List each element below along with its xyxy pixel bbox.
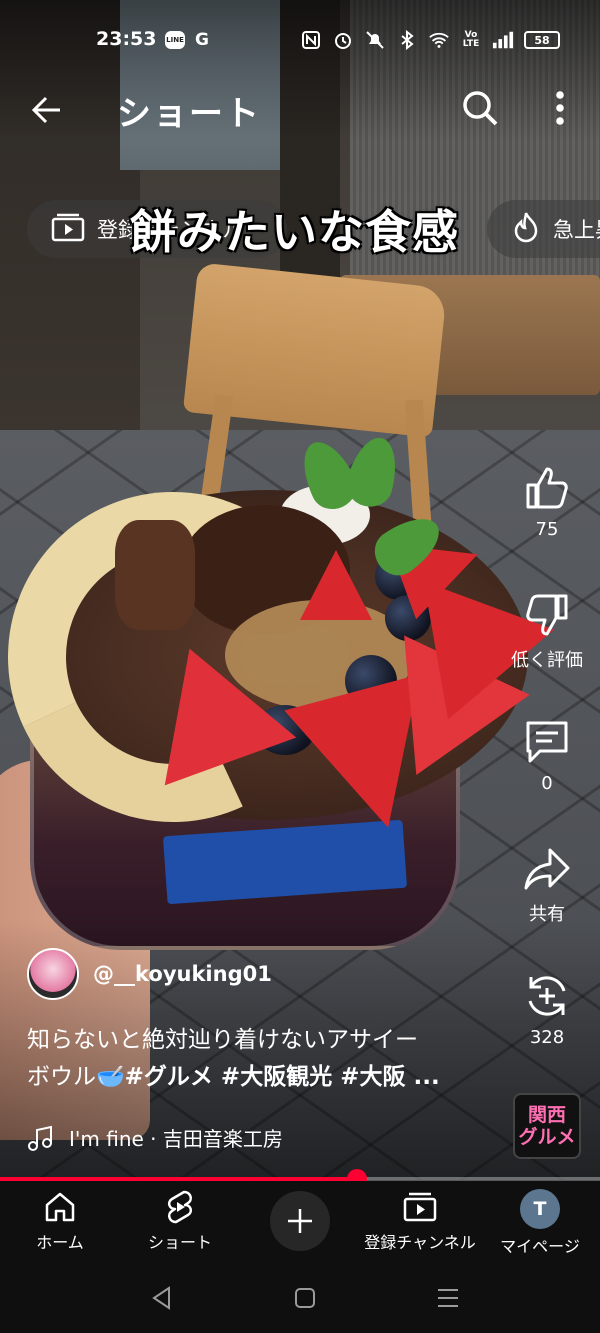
user-avatar: T — [520, 1189, 560, 1229]
nav-subscriptions-label: 登録チャンネル — [364, 1233, 476, 1252]
status-bar: 23:53 LINE G Vo LTE 58 — [0, 0, 600, 80]
share-arrow-icon — [524, 848, 570, 890]
nav-mypage[interactable]: T マイページ — [480, 1189, 600, 1257]
nfc-icon — [300, 29, 322, 51]
nav-mypage-label: マイページ — [500, 1237, 580, 1256]
like-button[interactable]: 75 — [505, 463, 589, 540]
system-menu-icon[interactable] — [433, 1283, 463, 1313]
system-navigation — [0, 1263, 600, 1333]
nav-home[interactable]: ホーム — [0, 1189, 120, 1253]
nav-subscriptions[interactable]: 登録チャンネル — [360, 1189, 480, 1253]
channel-handle[interactable]: @__koyuking01 — [93, 962, 272, 986]
more-options-icon[interactable] — [540, 86, 580, 130]
subscriptions-icon — [403, 1192, 437, 1222]
share-label: 共有 — [529, 904, 565, 925]
page-title: ショート — [117, 94, 261, 134]
dislike-label: 低く評価 — [511, 650, 583, 671]
mute-icon — [364, 29, 386, 51]
music-note-icon — [28, 1125, 52, 1151]
thumbs-up-icon — [526, 467, 568, 509]
description-text: ボウル — [27, 1064, 96, 1090]
trending-flame-icon — [511, 211, 541, 248]
remix-count: 328 — [529, 1027, 565, 1048]
thumbs-down-icon — [526, 594, 568, 636]
battery-indicator: 58 — [524, 31, 560, 49]
nav-home-label: ホーム — [36, 1233, 84, 1252]
signal-icon — [492, 29, 514, 51]
system-back-icon[interactable] — [147, 1283, 177, 1313]
badge-line-1: 関西 — [527, 1104, 566, 1126]
chip-trending[interactable]: 急上昇 — [487, 200, 600, 258]
home-icon — [45, 1192, 75, 1222]
remix-button[interactable]: 328 — [505, 971, 589, 1048]
header: ショート — [0, 80, 600, 140]
channel-avatar[interactable] — [27, 948, 79, 1000]
status-time: 23:53 — [96, 28, 157, 50]
description-line-1: 知らないと絶対辿り着けないアサイー — [27, 1027, 418, 1053]
system-home-icon[interactable] — [290, 1283, 320, 1313]
comment-icon — [526, 721, 568, 763]
bluetooth-icon — [396, 29, 418, 51]
share-button[interactable]: 共有 — [505, 844, 589, 926]
nav-shorts-label: ショート — [147, 1233, 212, 1252]
badge-line-2: グルメ — [518, 1126, 576, 1148]
wifi-icon — [428, 29, 450, 51]
line-app-icon: LINE — [165, 31, 185, 49]
remix-icon — [528, 976, 566, 1016]
create-button[interactable] — [270, 1191, 330, 1251]
bowl-emoji: 🥣 — [96, 1064, 125, 1090]
comments-button[interactable]: 0 — [505, 717, 589, 794]
like-count: 75 — [535, 519, 559, 540]
comment-count: 0 — [541, 773, 553, 794]
music-title: I'm fine · 吉田音楽工房 — [69, 1127, 283, 1151]
status-icons: Vo LTE 58 — [300, 29, 560, 51]
plus-icon — [288, 1209, 312, 1233]
description-hashtags[interactable]: #グルメ #大阪観光 #大阪 ... — [125, 1064, 440, 1090]
subscriptions-icon — [51, 212, 85, 247]
strawberry — [300, 550, 372, 620]
search-icon[interactable] — [458, 86, 502, 130]
google-app-icon: G — [195, 30, 209, 50]
channel-badge-thumbnail[interactable]: 関西 グルメ — [513, 1093, 581, 1159]
chip-trending-label: 急上昇 — [553, 218, 600, 242]
chocolate-piece — [115, 520, 195, 630]
music-info[interactable]: I'm fine · 吉田音楽工房 — [27, 1123, 283, 1152]
video-description[interactable]: 知らないと絶対辿り着けないアサイー ボウル🥣#グルメ #大阪観光 #大阪 ... — [27, 1022, 497, 1096]
dislike-button[interactable]: 低く評価 — [505, 590, 589, 672]
channel-info[interactable]: @__koyuking01 — [27, 948, 272, 1000]
back-arrow-icon[interactable] — [26, 88, 70, 132]
alarm-icon — [332, 29, 354, 51]
nav-shorts[interactable]: ショート — [120, 1189, 240, 1253]
shorts-icon — [167, 1190, 193, 1224]
volte-icon: Vo LTE — [462, 30, 480, 49]
video-caption-overlay: 餅みたいな食感 — [130, 205, 459, 259]
bottom-navigation: ホーム ショート 登録チャンネル T マイページ — [0, 1181, 600, 1263]
description-line-2: ボウル🥣#グルメ #大阪観光 #大阪 ... — [27, 1059, 497, 1096]
